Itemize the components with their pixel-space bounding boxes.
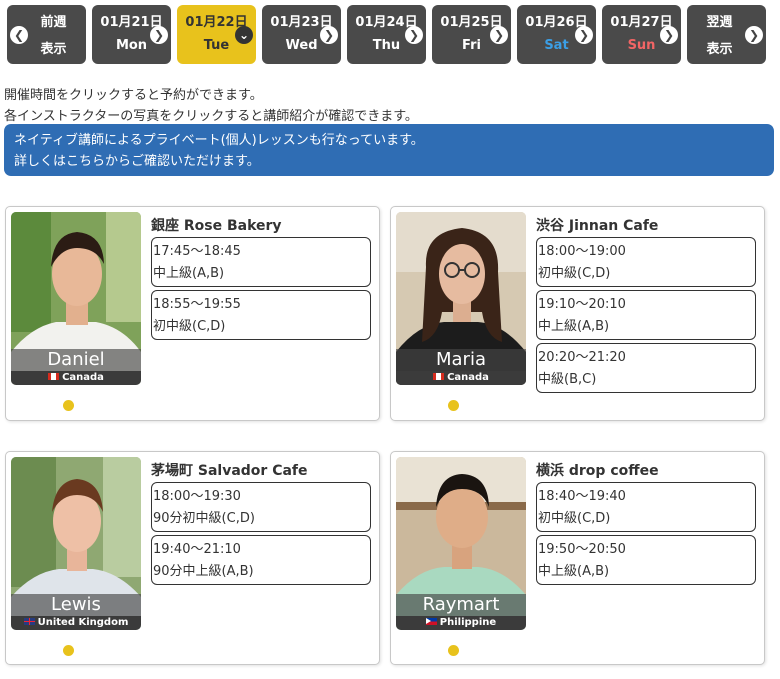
prev-week-button[interactable]: ❮ 前週 表示 [7, 5, 86, 64]
time-slot[interactable]: 19:10～20:10 中上級(A,B) [536, 290, 756, 340]
country-label: Canada [447, 372, 489, 383]
venue-name: 茅場町 Salvador Cafe [151, 463, 308, 479]
slot-time: 17:45～18:45 [153, 244, 241, 259]
day-tab-wed[interactable]: 01月23日 Wed ❯ [262, 5, 341, 64]
day-tab-sat[interactable]: 01月26日 Sat ❯ [517, 5, 596, 64]
time-slot[interactable]: 19:50～20:50 中上級(A,B) [536, 535, 756, 585]
status-dot [448, 645, 459, 656]
slot-time: 18:55～19:55 [153, 297, 241, 312]
philippines-flag-icon [425, 618, 437, 625]
banner-line-1: ネイティブ講師によるプライベート(個人)レッスンも行なっています。 [14, 133, 424, 148]
date-navigation: ❮ 前週 表示 01月21日 Mon ❯ 01月22日 Tue ⌄ 01月23日… [7, 5, 767, 65]
info-instructor: 各インストラクターの写真をクリックすると講師紹介が確認できます。 [4, 109, 418, 124]
instructor-photo[interactable]: Daniel Canada [11, 212, 141, 385]
chevron-right-icon: ❯ [745, 26, 763, 44]
venue-name: 銀座 Rose Bakery [151, 218, 282, 234]
instructor-name: Lewis [11, 594, 141, 616]
slot-time: 19:40～21:10 [153, 542, 241, 557]
status-dot [63, 400, 74, 411]
next-week-button[interactable]: 翌週 表示 ❯ [687, 5, 766, 64]
time-slot[interactable]: 18:00～19:00 初中級(C,D) [536, 237, 756, 287]
status-dot [63, 645, 74, 656]
time-slot[interactable]: 19:40～21:10 90分中上級(A,B) [151, 535, 371, 585]
venue-name: 横浜 drop coffee [536, 463, 659, 479]
country-label: Philippine [439, 617, 497, 628]
day-tab-tue-selected[interactable]: 01月22日 Tue ⌄ [177, 5, 256, 64]
slot-level: 中上級(A,B) [538, 319, 610, 334]
slot-time: 18:00～19:30 [153, 489, 241, 504]
day-tab-mon[interactable]: 01月21日 Mon ❯ [92, 5, 171, 64]
slot-level: 90分中上級(A,B) [153, 564, 254, 579]
chevron-right-icon: ❯ [405, 26, 423, 44]
slot-time: 19:50～20:50 [538, 542, 626, 557]
instructor-country: Canada [11, 371, 141, 385]
chevron-right-icon: ❯ [150, 26, 168, 44]
chevron-right-icon: ❯ [660, 26, 678, 44]
time-slot[interactable]: 18:00～19:30 90分初中級(C,D) [151, 482, 371, 532]
slot-level: 中上級(A,B) [538, 564, 610, 579]
lesson-card: Lewis United Kingdom 茅場町 Salvador Cafe 1… [5, 451, 380, 665]
instructor-name: Daniel [11, 349, 141, 371]
canada-flag-icon [433, 373, 445, 380]
day-tab-thu[interactable]: 01月24日 Thu ❯ [347, 5, 426, 64]
time-slot[interactable]: 18:55～19:55 初中級(C,D) [151, 290, 371, 340]
instructor-photo[interactable]: Maria Canada [396, 212, 526, 385]
instructor-country: Philippine [396, 616, 526, 630]
slot-time: 19:10～20:10 [538, 297, 626, 312]
slot-time: 18:00～19:00 [538, 244, 626, 259]
chevron-right-icon: ❯ [320, 26, 338, 44]
venue-name: 渋谷 Jinnan Cafe [536, 218, 659, 234]
slot-level: 90分初中級(C,D) [153, 511, 255, 526]
instructor-name: Maria [396, 349, 526, 371]
time-slot[interactable]: 18:40～19:40 初中級(C,D) [536, 482, 756, 532]
private-lesson-banner[interactable]: ネイティブ講師によるプライベート(個人)レッスンも行なっています。 詳しくはこち… [4, 124, 774, 176]
instructor-country: United Kingdom [11, 616, 141, 630]
chevron-right-icon: ❯ [490, 26, 508, 44]
slot-level: 中級(B,C) [538, 372, 597, 387]
day-tab-fri[interactable]: 01月25日 Fri ❯ [432, 5, 511, 64]
time-slot[interactable]: 20:20～21:20 中級(B,C) [536, 343, 756, 393]
slot-level: 初中級(C,D) [538, 511, 611, 526]
banner-line-2: 詳しくはこちらからご確認いただけます。 [14, 154, 260, 169]
lesson-card: Raymart Philippine 横浜 drop coffee 18:40～… [390, 451, 765, 665]
lesson-card: Maria Canada 渋谷 Jinnan Cafe 18:00～19:00 … [390, 206, 765, 421]
slot-level: 初中級(C,D) [153, 319, 226, 334]
instructor-photo[interactable]: Lewis United Kingdom [11, 457, 141, 630]
prev-week-label-1: 前週 [40, 15, 67, 30]
uk-flag-icon [23, 618, 35, 625]
slot-time: 18:40～19:40 [538, 489, 626, 504]
chevron-right-icon: ❯ [575, 26, 593, 44]
lesson-card: Daniel Canada 銀座 Rose Bakery 17:45～18:45… [5, 206, 380, 421]
prev-week-label-2: 表示 [40, 42, 67, 57]
instructor-photo[interactable]: Raymart Philippine [396, 457, 526, 630]
chevron-down-icon: ⌄ [235, 26, 253, 44]
country-label: Canada [62, 372, 104, 383]
instructor-country: Canada [396, 371, 526, 385]
info-booking: 開催時間をクリックすると予約ができます。 [4, 88, 263, 103]
status-dot [448, 400, 459, 411]
country-label: United Kingdom [37, 617, 129, 628]
slot-level: 中上級(A,B) [153, 266, 225, 281]
time-slot[interactable]: 17:45～18:45 中上級(A,B) [151, 237, 371, 287]
day-tab-sun[interactable]: 01月27日 Sun ❯ [602, 5, 681, 64]
slot-level: 初中級(C,D) [538, 266, 611, 281]
instructor-name: Raymart [396, 594, 526, 616]
slot-time: 20:20～21:20 [538, 350, 626, 365]
canada-flag-icon [48, 373, 60, 380]
